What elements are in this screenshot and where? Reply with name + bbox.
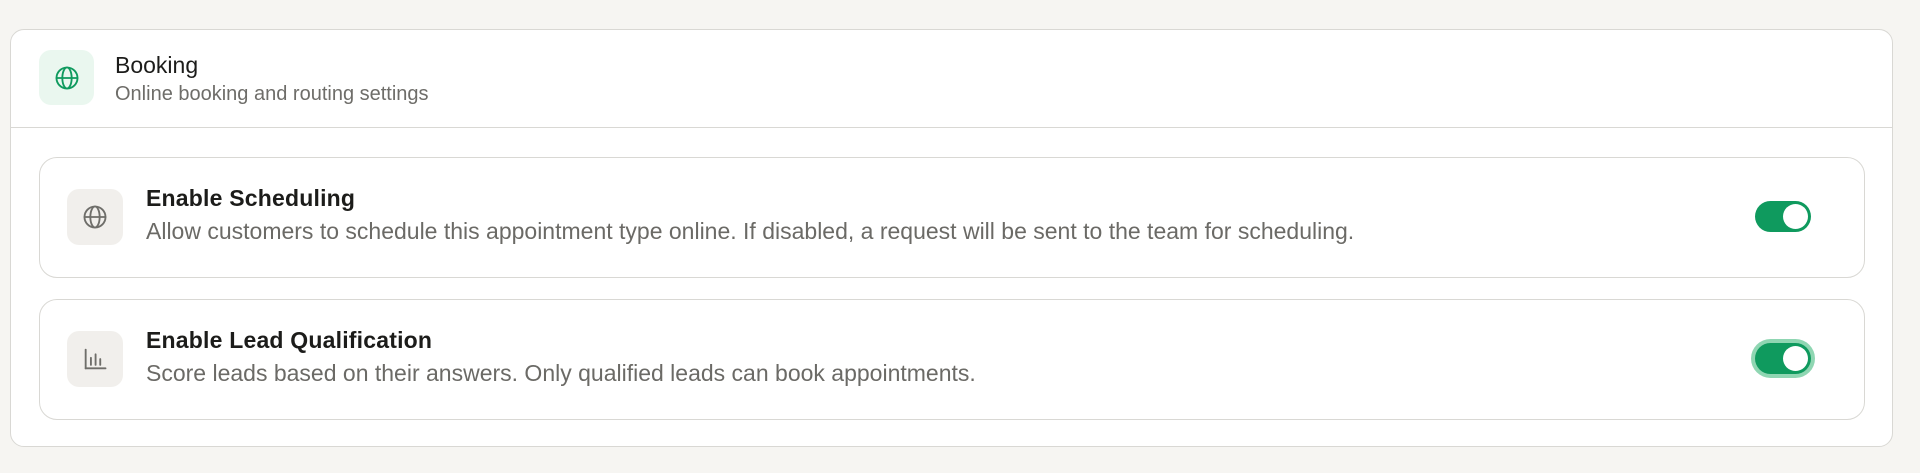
section-title: Booking: [115, 52, 199, 78]
globe-icon: [39, 50, 94, 105]
setting-title: Enable Lead Qualification: [146, 327, 433, 353]
booking-settings-card: Booking Online booking and routing setti…: [10, 29, 1893, 447]
card-header: Booking Online booking and routing setti…: [11, 30, 1892, 128]
setting-row-enable-scheduling: Enable Scheduling Allow customers to sch…: [39, 157, 1865, 278]
globe-icon: [67, 189, 123, 245]
setting-description: Allow customers to schedule this appoint…: [146, 218, 1355, 244]
enable-lead-qualification-toggle[interactable]: [1755, 343, 1811, 374]
section-subtitle: Online booking and routing settings: [115, 83, 429, 105]
toggle-knob: [1783, 204, 1808, 229]
toggle-knob: [1783, 346, 1808, 371]
setting-title: Enable Scheduling: [146, 185, 356, 211]
bar-chart-icon: [67, 331, 123, 387]
enable-scheduling-toggle[interactable]: [1755, 201, 1811, 232]
setting-row-enable-lead-qualification: Enable Lead Qualification Score leads ba…: [39, 299, 1865, 420]
setting-description: Score leads based on their answers. Only…: [146, 360, 976, 386]
